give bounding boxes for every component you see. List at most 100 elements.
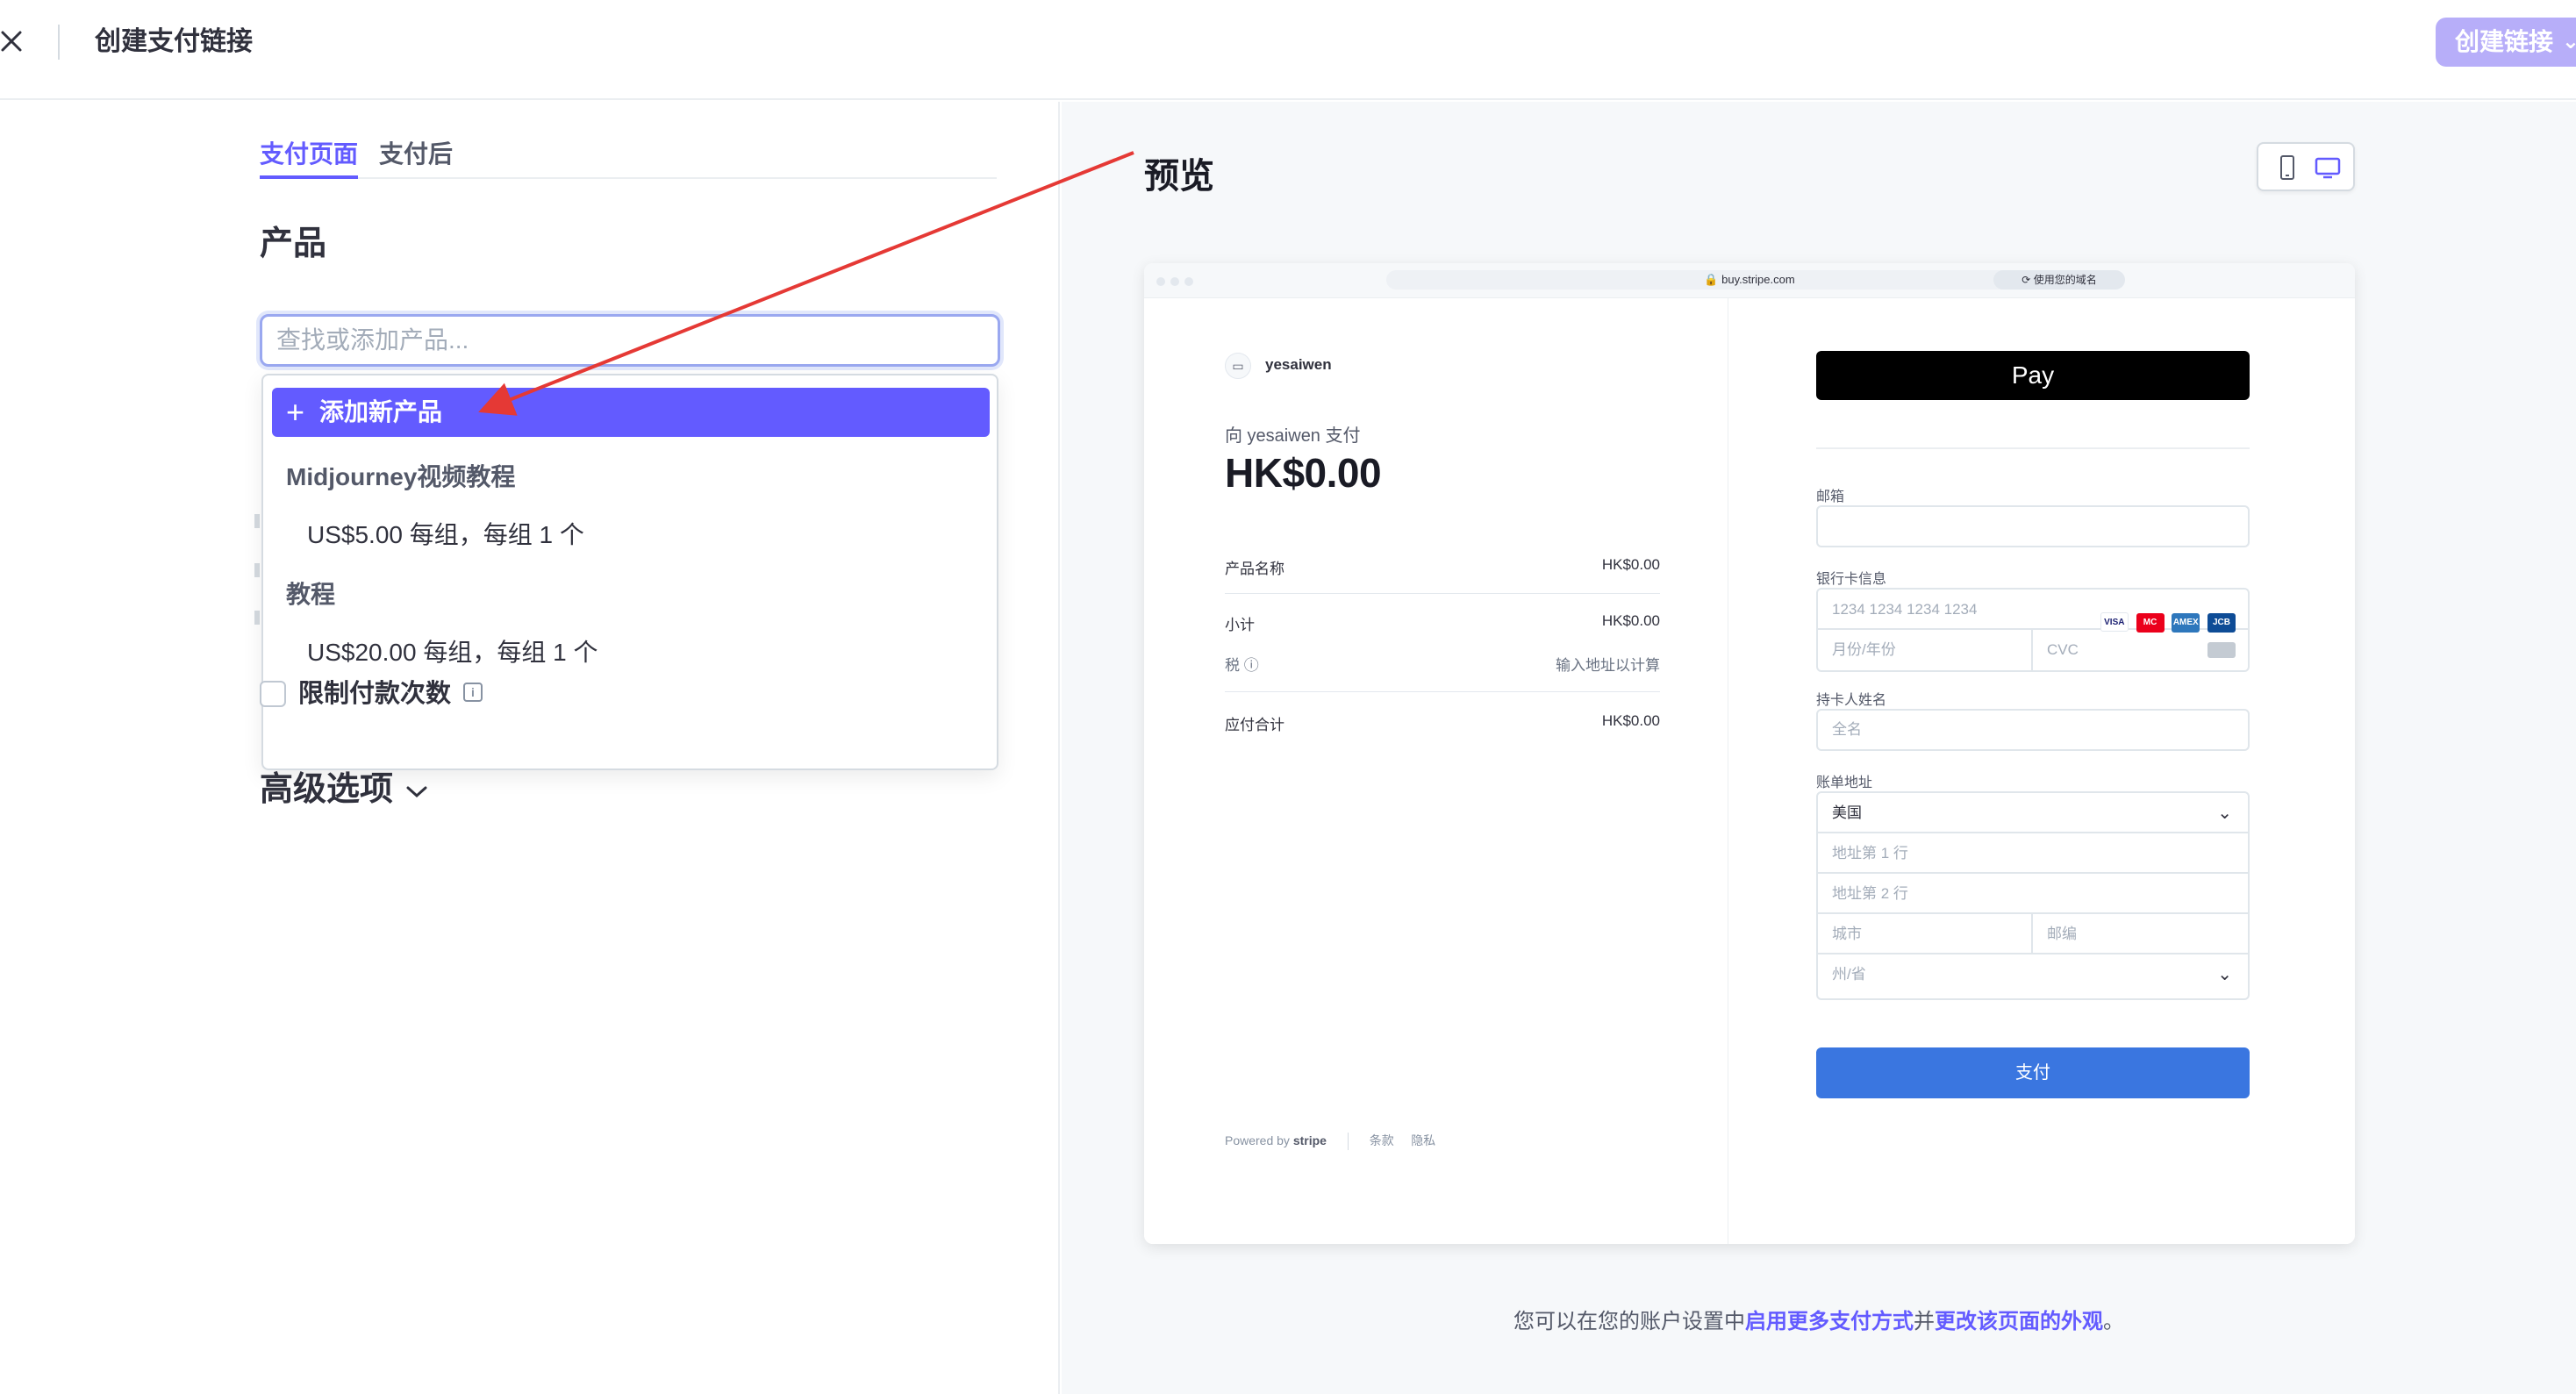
- note-suffix: 。: [2103, 1310, 2124, 1333]
- divider: [1225, 593, 1660, 594]
- window-dot: [1170, 277, 1179, 286]
- cardholder-label: 持卡人姓名: [1816, 693, 1887, 708]
- limit-payments-checkbox[interactable]: [260, 681, 286, 707]
- checkout-footer: Powered by stripe 条款 隐私: [1225, 1132, 1435, 1151]
- terms-link[interactable]: 条款: [1370, 1133, 1394, 1147]
- settings-note: 您可以在您的账户设置中启用更多支付方式并更改该页面的外观。: [1062, 1304, 2576, 1334]
- zip-field[interactable]: 邮编: [2033, 914, 2248, 953]
- chevron-down-icon: [405, 777, 428, 805]
- card-label: 银行卡信息: [1816, 572, 1887, 587]
- tax-value: 输入地址以计算: [1556, 657, 1660, 674]
- subtotal-row: 小计 HK$0.00: [1225, 612, 1660, 634]
- browser-preview: 🔒 buy.stripe.com ⟳ 使用您的域名 ▭ yesaiwen 向 y…: [1144, 263, 2355, 1244]
- cardholder-field: [1816, 709, 2250, 751]
- tab-payment-page[interactable]: 支付页面: [260, 135, 359, 179]
- cvc-card-icon: [2207, 642, 2236, 658]
- line-item-value: HK$0.00: [1601, 556, 1660, 573]
- enable-payment-methods-link[interactable]: 启用更多支付方式: [1745, 1310, 1914, 1333]
- pay-to-text: 向 yesaiwen 支付: [1225, 426, 1361, 446]
- close-icon[interactable]: [0, 26, 30, 56]
- address-field-group: 美国 ⌄ 地址第 1 行 地址第 2 行 城市 邮编 州/省 ⌄: [1816, 791, 2250, 1000]
- advanced-options-toggle[interactable]: 高级选项: [260, 761, 428, 810]
- tab-bar: 支付页面 支付后: [260, 135, 997, 179]
- card-number-placeholder: 1234 1234 1234 1234: [1832, 601, 1978, 618]
- info-icon[interactable]: i: [463, 683, 483, 702]
- city-zip-row: 城市 邮编: [1818, 914, 2248, 954]
- email-input[interactable]: [1818, 507, 2248, 546]
- plus-icon: +: [286, 394, 305, 430]
- merchant-name: yesaiwen: [1265, 356, 1332, 373]
- tax-row: 税 ⓘ 输入地址以计算: [1225, 653, 1660, 675]
- preview-panel: 预览 🔒 buy.stripe.com ⟳ 使用您的域名 ▭ yesaiwen …: [1062, 102, 2576, 1394]
- apple-pay-label: Pay: [2011, 361, 2055, 389]
- cardholder-input[interactable]: [1818, 711, 2248, 749]
- advanced-options-label: 高级选项: [260, 771, 394, 808]
- product-search: [260, 314, 1000, 367]
- chevron-down-icon: ⌄: [2217, 965, 2232, 984]
- divider: [1225, 691, 1660, 692]
- mobile-icon[interactable]: [2272, 153, 2302, 182]
- card-field-group: 1234 1234 1234 1234 VISA MC AMEX JCB 月份/…: [1816, 588, 2250, 672]
- address-line1-field[interactable]: 地址第 1 行: [1818, 833, 2248, 874]
- limit-payments-label: 限制付款次数: [298, 680, 452, 708]
- change-appearance-link[interactable]: 更改该页面的外观: [1935, 1310, 2103, 1333]
- powered-by-text: Powered by: [1225, 1133, 1290, 1147]
- apple-pay-button[interactable]: Pay: [1816, 351, 2250, 400]
- top-bar: 创建支付链接 创建链接 ⌄: [0, 0, 2576, 100]
- custom-domain-label: 使用您的域名: [2033, 274, 2097, 286]
- divider: [1347, 1133, 1349, 1151]
- line-item-row: 产品名称 HK$0.00: [1225, 556, 1660, 578]
- create-link-button[interactable]: 创建链接 ⌄: [2436, 18, 2576, 67]
- hidden-checkbox-edge: [254, 611, 260, 625]
- product-group-label: Midjourney视频教程: [286, 463, 516, 490]
- tab-after-payment[interactable]: 支付后: [379, 135, 453, 174]
- cvc-field[interactable]: CVC: [2033, 630, 2248, 670]
- page-title: 创建支付链接: [95, 27, 253, 56]
- product-dropdown: + 添加新产品 Midjourney视频教程 US$5.00 每组，每组 1 个…: [261, 374, 998, 770]
- product-group-label: 教程: [286, 581, 336, 608]
- price-option[interactable]: US$20.00 每组，每组 1 个: [307, 633, 597, 668]
- total-amount: HK$0.00: [1225, 450, 1382, 496]
- store-icon: ▭: [1225, 353, 1251, 379]
- card-number-field[interactable]: 1234 1234 1234 1234 VISA MC AMEX JCB: [1818, 590, 2248, 633]
- hidden-checkbox-edge: [254, 514, 260, 528]
- chevron-down-icon: ⌄: [2561, 30, 2576, 54]
- privacy-link[interactable]: 隐私: [1411, 1133, 1435, 1147]
- total-row: 应付合计 HK$0.00: [1225, 712, 1660, 734]
- address-line2-field[interactable]: 地址第 2 行: [1818, 874, 2248, 914]
- visa-icon: VISA: [2100, 612, 2129, 632]
- expiry-cvc-row: 月份/年份 CVC: [1818, 630, 2248, 670]
- add-new-product-label: 添加新产品: [319, 398, 443, 425]
- email-field: [1816, 505, 2250, 547]
- divider: [58, 25, 60, 60]
- total-value: HK$0.00: [1601, 712, 1660, 729]
- add-new-product-button[interactable]: + 添加新产品: [272, 388, 990, 437]
- url-text: buy.stripe.com: [1721, 273, 1795, 286]
- city-field[interactable]: 城市: [1818, 914, 2033, 953]
- note-prefix: 您可以在您的账户设置中: [1513, 1310, 1745, 1333]
- desktop-icon[interactable]: [2313, 153, 2343, 182]
- browser-bar: 🔒 buy.stripe.com ⟳ 使用您的域名: [1144, 263, 2355, 298]
- custom-domain-pill[interactable]: ⟳ 使用您的域名: [1993, 270, 2125, 290]
- pay-button[interactable]: 支付: [1816, 1047, 2250, 1098]
- product-search-input[interactable]: [262, 317, 998, 364]
- device-toggle: [2257, 142, 2355, 191]
- country-value: 美国: [1832, 804, 1862, 821]
- order-summary: ▭ yesaiwen 向 yesaiwen 支付 HK$0.00 产品名称 HK…: [1144, 298, 1728, 1244]
- divider: [1816, 447, 2250, 449]
- note-mid: 并: [1914, 1310, 1935, 1333]
- price-option[interactable]: US$5.00 每组，每组 1 个: [307, 516, 584, 551]
- state-select[interactable]: 州/省 ⌄: [1818, 954, 2248, 995]
- create-link-label: 创建链接: [2455, 28, 2554, 55]
- window-dot: [1156, 277, 1165, 286]
- total-label: 应付合计: [1225, 717, 1284, 733]
- email-label: 邮箱: [1816, 490, 1845, 504]
- expiry-field[interactable]: 月份/年份: [1818, 630, 2033, 670]
- chevron-down-icon: ⌄: [2217, 804, 2232, 823]
- products-heading: 产品: [260, 225, 327, 262]
- window-dot: [1184, 277, 1193, 286]
- line-item-label: 产品名称: [1225, 561, 1284, 577]
- hidden-checkbox-edge: [254, 563, 260, 577]
- country-select[interactable]: 美国 ⌄: [1818, 793, 2248, 833]
- stripe-logo: stripe: [1292, 1133, 1327, 1147]
